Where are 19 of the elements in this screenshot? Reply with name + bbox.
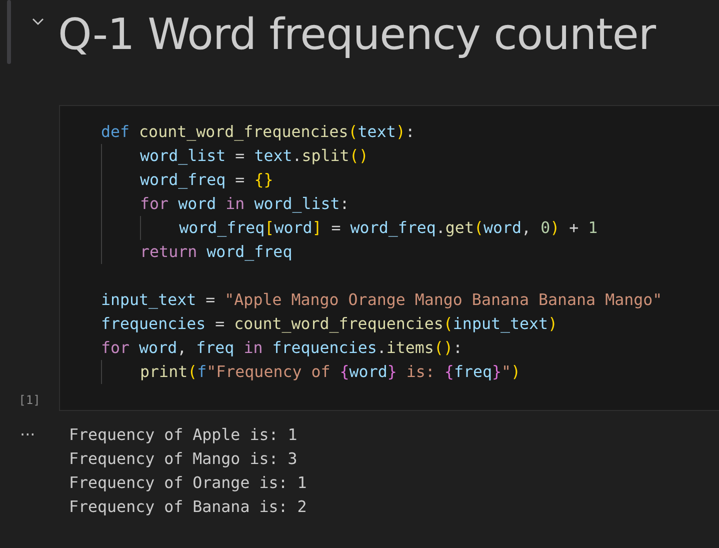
code-line: word_list = text.split()	[140, 145, 370, 167]
code-line: for word, freq in frequencies.items():	[101, 337, 464, 359]
code-line: word_freq[word] = word_freq.get(word, 0) + 1	[179, 217, 599, 239]
code-line: word_freq = {}	[140, 169, 274, 191]
output-line: Frequency of Mango is: 3	[69, 448, 298, 470]
code-line: input_text = "Apple Mango Orange Mango Banana Banana Mango"	[101, 289, 664, 311]
chevron-icon[interactable]	[32, 18, 44, 26]
code-line: def count_word_frequencies(text):	[101, 121, 416, 143]
output-line: Frequency of Banana is: 2	[69, 496, 307, 518]
code-line: return word_freq	[140, 241, 294, 263]
output-line: Frequency of Apple is: 1	[69, 424, 298, 446]
output-menu-button[interactable]: ···	[0, 423, 69, 519]
code-line: frequencies = count_word_frequencies(input_text)	[101, 313, 559, 335]
code-line: print(f"Frequency of {word} is: {freq}")	[140, 361, 522, 383]
execution-count: [1]	[18, 393, 40, 407]
code-line: for word in word_list:	[140, 193, 350, 215]
markdown-heading: Q-1 Word frequency counter	[58, 9, 656, 62]
code-cell[interactable]	[59, 105, 719, 411]
output-line: Frequency of Orange is: 1	[69, 472, 307, 494]
